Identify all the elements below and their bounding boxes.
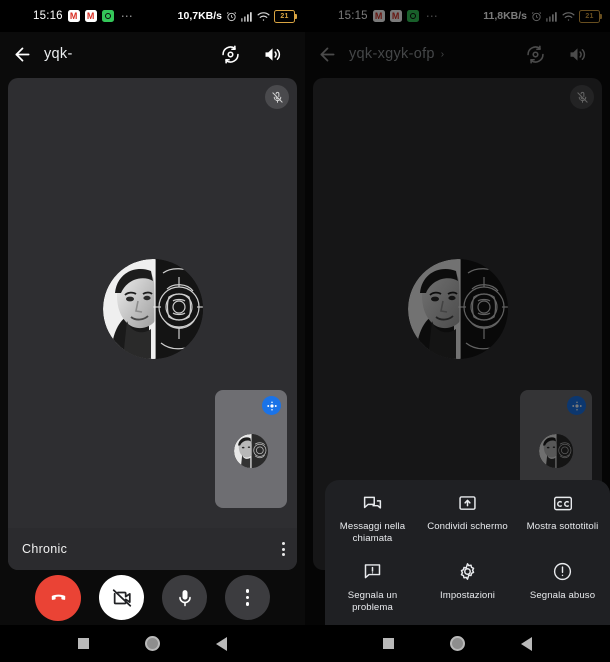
call-title-text: yqk-xgyk-ofp [349, 46, 435, 62]
call-title[interactable]: yqk-xgyk-ofp › [349, 46, 444, 62]
call-title-text: yqk- [44, 46, 73, 62]
battery-icon: 21 [274, 9, 298, 23]
menu-item-share-screen[interactable]: Condividi schermo [420, 486, 515, 555]
menu-item-label: Mostra sottotitoli [526, 521, 599, 532]
call-header-left: yqk- [0, 32, 305, 76]
microphone-toggle-button[interactable] [162, 575, 207, 620]
battery-level: 21 [280, 12, 289, 20]
android-nav-bar-right [305, 625, 610, 662]
feedback-icon [362, 561, 383, 583]
recents-button[interactable] [78, 638, 89, 649]
android-nav-bar-left [0, 625, 305, 662]
menu-item-label: Impostazioni [439, 589, 496, 601]
home-button[interactable] [145, 636, 160, 651]
status-overflow-dots: ⋯ [120, 9, 134, 23]
menu-row-2: Segnala un problema Impostazioni Segnala… [325, 555, 610, 624]
self-avatar [234, 434, 268, 469]
screen-share-icon [457, 492, 478, 514]
back-button[interactable] [521, 636, 532, 651]
self-avatar-artwork [234, 434, 268, 469]
call-title: yqk- [44, 46, 73, 62]
gmail-icon [389, 10, 402, 22]
status-time: 15:16 [33, 10, 63, 22]
header-actions [518, 37, 594, 71]
participant-name-bar: Chronic [8, 528, 297, 570]
wifi-icon [562, 11, 575, 22]
call-controls-left [0, 570, 305, 625]
gear-icon [457, 561, 478, 583]
effects-icon[interactable] [567, 396, 586, 415]
status-bar-left-group: 15:15 ⋯ [338, 9, 439, 23]
menu-row-1: Messaggi nella chiamata Condividi scherm… [325, 486, 610, 555]
status-bar-left: 15:16 ⋯ 10,7KB/s [0, 0, 305, 32]
alarm-icon [531, 11, 542, 22]
speaker-button[interactable] [560, 37, 594, 71]
menu-item-label: Segnala un problema [347, 589, 398, 613]
signal-icon [241, 11, 253, 22]
self-avatar-artwork [539, 434, 573, 469]
dual-screenshot-container: 15:16 ⋯ 10,7KB/s [0, 0, 610, 662]
back-button[interactable] [0, 44, 44, 65]
gmail-icon [67, 10, 80, 22]
whatsapp-icon [406, 10, 419, 22]
closed-caption-icon [552, 492, 574, 514]
end-call-button[interactable] [35, 574, 81, 621]
network-speed: 11,8KB/s [483, 10, 527, 22]
alarm-icon [226, 11, 237, 22]
phone-screen-right: 15:15 ⋯ 11,8KB/s [305, 0, 610, 662]
menu-item-report-problem[interactable]: Segnala un problema [325, 555, 420, 624]
signal-icon [546, 11, 558, 22]
menu-item-report-abuse[interactable]: Segnala abuso [515, 555, 610, 624]
report-abuse-icon [552, 561, 573, 583]
status-bar-left-group: 15:16 ⋯ [33, 9, 134, 23]
call-header-right: yqk-xgyk-ofp › [305, 32, 610, 76]
avatar-artwork [407, 259, 508, 360]
avatar-artwork [102, 259, 203, 360]
menu-item-captions[interactable]: Mostra sottotitoli [515, 486, 610, 555]
menu-item-label: Condividi schermo [427, 521, 508, 532]
more-vertical-icon[interactable] [282, 542, 285, 556]
recents-button[interactable] [383, 638, 394, 649]
switch-camera-button[interactable] [213, 37, 247, 71]
speaker-button[interactable] [255, 37, 289, 71]
status-bar-right: 15:15 ⋯ 11,8KB/s [305, 0, 610, 32]
self-avatar [539, 434, 573, 469]
phone-screen-left: 15:16 ⋯ 10,7KB/s [0, 0, 305, 662]
more-vertical-icon [245, 589, 250, 606]
effects-icon[interactable] [262, 396, 281, 415]
mic-off-icon [570, 85, 594, 109]
battery-icon: 21 [579, 9, 603, 23]
participant-avatar [102, 259, 203, 360]
main-video-area[interactable]: Chronic [8, 78, 297, 570]
back-button[interactable] [305, 44, 349, 65]
participant-name: Chronic [22, 542, 68, 556]
mic-off-icon [265, 85, 289, 109]
menu-item-messages[interactable]: Messaggi nella chiamata [325, 486, 420, 555]
status-bar-right-group: 10,7KB/s 21 [177, 9, 298, 23]
status-bar-right-group: 11,8KB/s 21 [483, 9, 603, 23]
switch-camera-button[interactable] [518, 37, 552, 71]
participant-avatar [407, 259, 508, 360]
gmail-icon [84, 10, 97, 22]
self-view-pip[interactable] [215, 390, 287, 508]
back-button[interactable] [216, 636, 227, 651]
status-time: 15:15 [338, 10, 368, 22]
header-actions [213, 37, 289, 71]
camera-toggle-button[interactable] [99, 575, 144, 620]
menu-item-label: Segnala abuso [529, 589, 596, 601]
menu-item-label: Messaggi nella chiamata [339, 521, 406, 544]
battery-level: 21 [585, 12, 594, 20]
chat-bubbles-icon [362, 492, 383, 514]
status-overflow-dots: ⋯ [425, 9, 439, 23]
call-options-menu: Messaggi nella chiamata Condividi scherm… [325, 480, 610, 625]
more-options-button[interactable] [225, 575, 270, 620]
home-button[interactable] [450, 636, 465, 651]
whatsapp-icon [101, 10, 114, 22]
wifi-icon [257, 11, 270, 22]
chevron-right-icon: › [440, 48, 445, 60]
network-speed: 10,7KB/s [177, 10, 222, 22]
menu-item-settings[interactable]: Impostazioni [420, 555, 515, 624]
gmail-icon [372, 10, 385, 22]
